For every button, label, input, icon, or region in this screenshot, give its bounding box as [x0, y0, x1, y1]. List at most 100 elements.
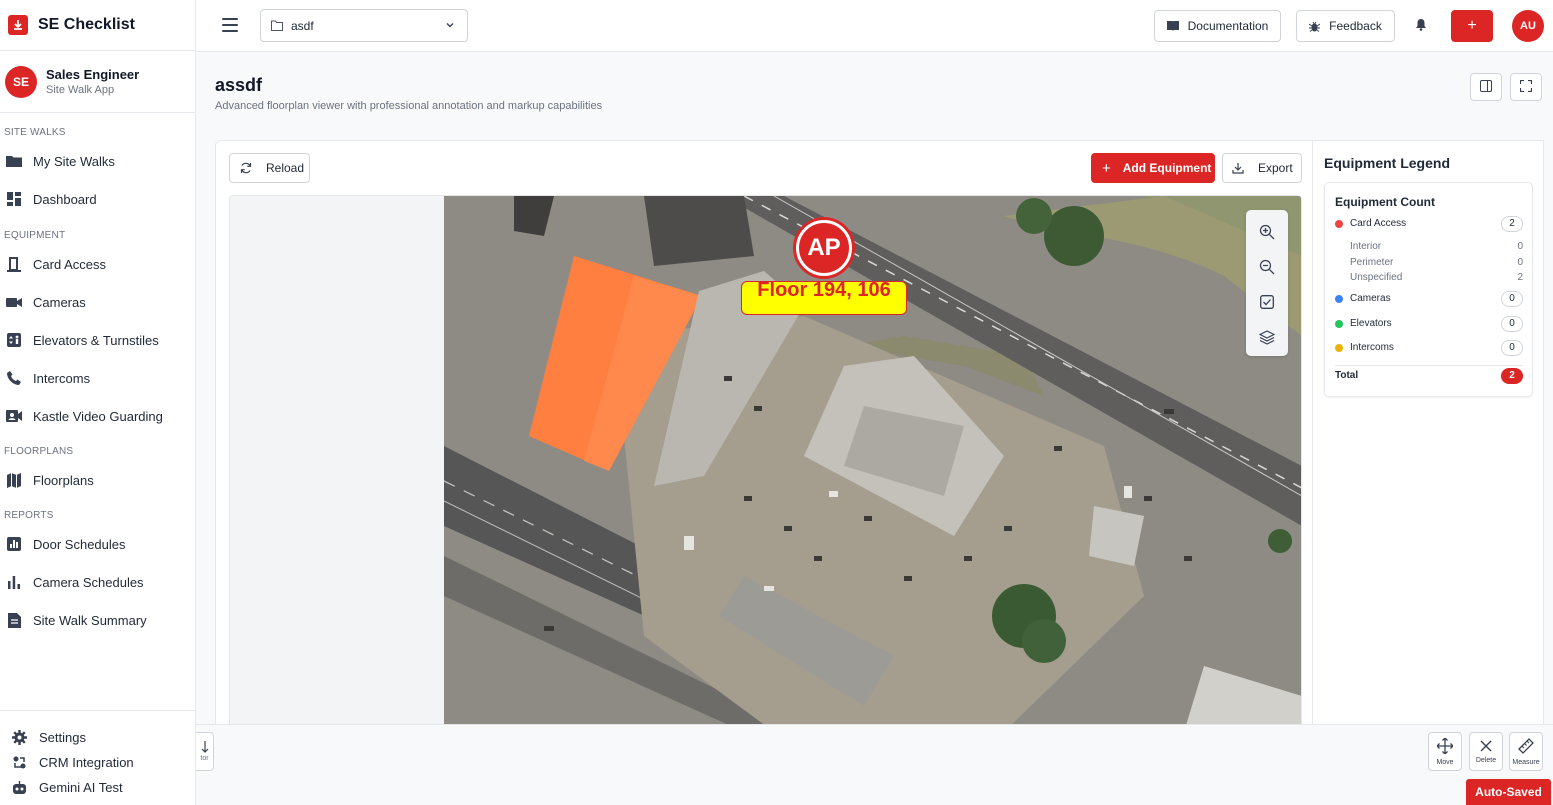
sidebar-item-label: Floorplans — [33, 472, 94, 488]
menu-icon[interactable] — [222, 18, 238, 32]
subrow-value: 0 — [1517, 257, 1523, 268]
checkbox-icon — [1260, 295, 1274, 312]
delete-button[interactable]: Delete — [1469, 732, 1503, 771]
floorplan-canvas[interactable]: AP Floor 194, 106 — [229, 195, 1302, 731]
bar-chart-icon — [6, 536, 22, 552]
status-dot — [1335, 294, 1343, 303]
bell-icon[interactable] — [1415, 18, 1427, 34]
door-icon — [6, 256, 22, 272]
zoom-out-icon — [1259, 259, 1275, 278]
legend-row-intercoms: Intercoms 0 — [1335, 339, 1523, 356]
autosaved-status-badge: Auto-Saved — [1466, 779, 1551, 805]
sidebar-item-intercoms[interactable]: Intercoms — [0, 359, 195, 397]
count-badge: 2 — [1501, 215, 1523, 232]
total-label: Total — [1335, 370, 1359, 381]
count-badge: 0 — [1501, 315, 1523, 332]
bottom-toolbar: tor Move Delete Measure — [196, 724, 1553, 805]
legend-subrow-perimeter: Perimeter 0 — [1350, 257, 1523, 268]
floorplan-image: AP Floor 194, 106 — [444, 196, 1301, 730]
sidebar-item-label: Dashboard — [33, 191, 97, 207]
bug-icon — [1309, 21, 1321, 32]
app-logo-icon — [8, 15, 28, 35]
subrow-label: Unspecified — [1350, 272, 1403, 283]
legend-row-total: Total 2 — [1335, 367, 1523, 384]
project-select-value: asdf — [291, 18, 314, 33]
sidebar-item-label: Settings — [39, 730, 86, 745]
subrow-value: 0 — [1517, 241, 1523, 252]
sidebar-item-elevators[interactable]: Elevators & Turnstiles — [0, 321, 195, 359]
subrow-label: Perimeter — [1350, 257, 1394, 268]
sidebar-item-gemini-ai-test[interactable]: Gemini AI Test — [0, 775, 195, 800]
feedback-label: Feedback — [1329, 19, 1382, 33]
sidebar-item-dashboard[interactable]: Dashboard — [0, 180, 195, 218]
sidebar-item-site-walk-summary[interactable]: Site Walk Summary — [0, 601, 195, 639]
left-tool-label: tor — [200, 755, 209, 762]
marker-label[interactable]: Floor 194, 106 — [741, 279, 907, 315]
sidebar-item-my-site-walks[interactable]: My Site Walks — [0, 142, 195, 180]
marker-badge: AP — [807, 234, 841, 261]
subrow-value: 2 — [1517, 272, 1523, 283]
sidebar-item-label: Elevators & Turnstiles — [33, 332, 159, 348]
equipment-marker[interactable]: AP — [796, 220, 852, 276]
select-tool-button[interactable] — [1252, 286, 1282, 321]
sidebar-item-label: Site Walk Summary — [33, 612, 147, 628]
sidebar-item-kastle-video-guarding[interactable]: Kastle Video Guarding — [0, 397, 195, 435]
add-equipment-label: Add Equipment — [1122, 161, 1212, 175]
sync-icon — [11, 755, 27, 771]
user-avatar[interactable]: AU — [1512, 10, 1544, 42]
move-button[interactable]: Move — [1428, 732, 1462, 771]
sidebar-item-settings[interactable]: Settings — [0, 725, 195, 750]
legend-title: Equipment Legend — [1324, 155, 1450, 171]
app-title: SE Checklist — [38, 16, 135, 33]
documentation-label: Documentation — [1187, 19, 1269, 33]
zoom-out-button[interactable] — [1252, 251, 1282, 286]
add-equipment-button[interactable]: + Add Equipment — [1091, 153, 1215, 183]
legend-row-elevators: Elevators 0 — [1335, 315, 1523, 332]
subrow-label: Interior — [1350, 241, 1382, 252]
export-button[interactable]: Export — [1222, 153, 1302, 183]
add-button[interactable]: + — [1451, 10, 1493, 42]
fullscreen-button[interactable] — [1510, 73, 1542, 101]
measure-label: Measure — [1512, 758, 1540, 766]
sidebar-item-camera-schedules[interactable]: Camera Schedules — [0, 563, 195, 601]
chevron-down-icon — [445, 19, 455, 33]
folder-icon — [271, 20, 283, 31]
user-profile[interactable]: SE Sales Engineer Site Walk App — [0, 51, 195, 113]
sidebar-item-label: Kastle Video Guarding — [33, 408, 163, 424]
robot-icon — [11, 780, 27, 796]
sidebar-item-label: My Site Walks — [33, 153, 115, 169]
measure-button[interactable]: Measure — [1509, 732, 1543, 771]
sidebar-item-door-schedules[interactable]: Door Schedules — [0, 525, 195, 563]
profile-name: Sales Engineer — [46, 67, 140, 82]
sidebar-item-label: Card Access — [33, 256, 106, 272]
sidebar-item-label: Intercoms — [33, 370, 91, 386]
project-select[interactable]: asdf — [260, 9, 468, 42]
count-badge: 0 — [1501, 339, 1523, 356]
sidebar-item-card-access[interactable]: Card Access — [0, 245, 195, 283]
top-header: asdf Documentation Feedback + AU — [196, 0, 1553, 52]
zoom-in-button[interactable] — [1252, 216, 1282, 251]
reload-button[interactable]: Reload — [229, 153, 310, 183]
equipment-count-card: Equipment Count Card Access 2 Interior 0… — [1324, 182, 1533, 397]
documentation-button[interactable]: Documentation — [1154, 10, 1281, 42]
sidebar-item-crm-integration[interactable]: CRM Integration — [0, 750, 195, 775]
legend-label: Intercoms — [1350, 342, 1394, 353]
left-tool-button[interactable]: tor — [196, 732, 214, 771]
total-badge: 2 — [1501, 367, 1523, 384]
layers-button[interactable] — [1252, 321, 1282, 356]
layers-icon — [1258, 329, 1276, 348]
delete-label: Delete — [1475, 756, 1497, 764]
sidebar: SE Checklist SE Sales Engineer Site Walk… — [0, 0, 196, 805]
feedback-button[interactable]: Feedback — [1296, 10, 1395, 42]
close-icon — [1480, 740, 1492, 754]
sidebar-item-floorplans[interactable]: Floorplans — [0, 461, 195, 499]
section-label-reports: REPORTS — [4, 509, 54, 521]
sidebar-item-cameras[interactable]: Cameras — [0, 283, 195, 321]
brand[interactable]: SE Checklist — [0, 0, 195, 51]
export-label: Export — [1258, 161, 1293, 175]
toggle-panel-button[interactable] — [1470, 73, 1502, 101]
legend-subrow-unspecified: Unspecified 2 — [1350, 272, 1523, 283]
map-tools — [1246, 210, 1288, 356]
legend-label: Cameras — [1350, 293, 1391, 304]
sidebar-footer: Settings CRM Integration Gemini AI Test — [0, 710, 195, 805]
